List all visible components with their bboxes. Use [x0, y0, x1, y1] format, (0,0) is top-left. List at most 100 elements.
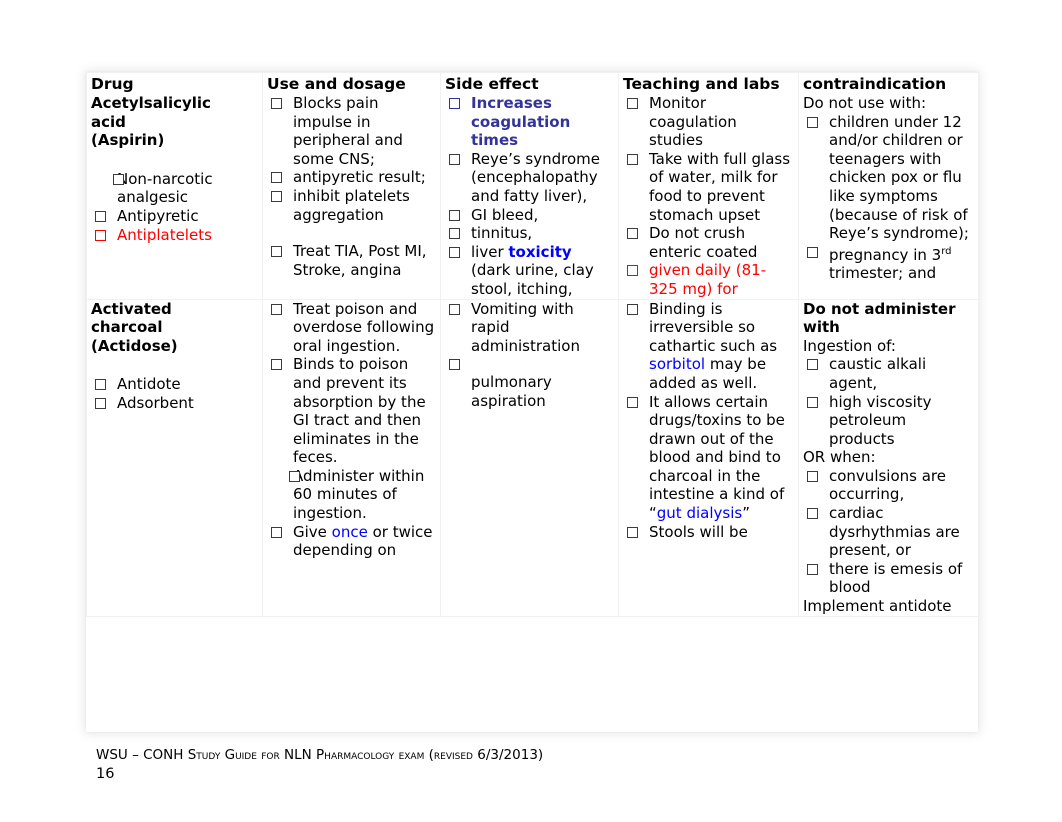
- drug-name-line3: (Aspirin): [91, 131, 165, 150]
- list-item-label: Take with full glass of water, milk for …: [649, 149, 791, 224]
- checkbox-icon[interactable]: [627, 98, 638, 109]
- list-item[interactable]: cardiac dysrhythmias are present, or: [803, 504, 974, 560]
- checkbox-icon[interactable]: [449, 209, 460, 221]
- emphasis-once: once: [331, 522, 368, 541]
- document-footer: WSU – CONH Study Guide for NLN Pharmacol…: [96, 746, 956, 784]
- list-item-label: Reye’s syndrome (encephalopathy and fatt…: [471, 149, 601, 205]
- list-item-label: Stools will be: [649, 522, 748, 541]
- checkbox-icon[interactable]: [449, 98, 460, 109]
- list-item[interactable]: convulsions are occurring,: [803, 467, 974, 504]
- checkbox-icon[interactable]: [95, 229, 106, 241]
- list-item[interactable]: It allows certain drugs/toxins to be dra…: [623, 393, 794, 523]
- list-item[interactable]: Non-narcotic analgesic: [91, 170, 258, 207]
- checkbox-icon[interactable]: [271, 303, 282, 315]
- list-item[interactable]: Increases coagulation times: [445, 94, 614, 150]
- cell-drug-2: Activated charcoal (Actidose) Antidote A…: [86, 298, 263, 617]
- checkbox-icon[interactable]: [271, 246, 282, 258]
- list-item[interactable]: Adsorbent: [91, 394, 258, 413]
- checkbox-icon[interactable]: [95, 210, 106, 222]
- checkbox-icon[interactable]: [449, 303, 460, 315]
- list-item-label: Administer within 60 minutes of ingestio…: [293, 466, 425, 523]
- checkbox-icon[interactable]: [627, 303, 638, 315]
- list-item[interactable]: inhibit platelets aggregation: [267, 187, 436, 224]
- checkbox-icon[interactable]: [627, 228, 638, 240]
- list-item-label: given daily (81-325 mg) for: [649, 261, 767, 298]
- list-item[interactable]: caustic alkali agent,: [803, 355, 974, 392]
- teaching-list-1: Monitor coagulation studies Take with fu…: [623, 94, 794, 299]
- list-item[interactable]: Antipyretic: [91, 207, 258, 226]
- contraindication-lead-2: Ingestion of:: [803, 336, 896, 355]
- list-item[interactable]: GI bleed,: [445, 206, 614, 225]
- cell-drug-1: Drug Acetylsalicylic acid (Aspirin) Non-…: [86, 72, 263, 300]
- list-item[interactable]: given daily (81-325 mg) for: [623, 261, 794, 298]
- checkbox-icon[interactable]: [627, 265, 638, 277]
- list-item[interactable]: tinnitus,: [445, 224, 614, 243]
- checkbox-icon[interactable]: [449, 246, 460, 258]
- list-item[interactable]: Stools will be: [623, 523, 794, 542]
- checkbox-icon[interactable]: [113, 173, 124, 185]
- cell-use-1: Use and dosage Blocks pain impulse in pe…: [262, 72, 441, 300]
- side-effect-list-2: Vomiting with rapid administration pulmo…: [445, 300, 614, 411]
- list-item-label: GI bleed,: [471, 205, 539, 224]
- checkbox-icon[interactable]: [449, 228, 460, 240]
- list-item[interactable]: Antiplatelets: [91, 226, 258, 245]
- checkbox-icon[interactable]: [627, 153, 638, 165]
- list-item[interactable]: Vomiting with rapid administration: [445, 300, 614, 356]
- checkbox-icon[interactable]: [449, 359, 460, 371]
- checkbox-icon[interactable]: [807, 563, 818, 575]
- list-item[interactable]: antipyretic result;: [267, 168, 436, 187]
- list-item[interactable]: high viscosity petroleum products: [803, 393, 974, 449]
- checkbox-icon[interactable]: [807, 470, 818, 482]
- list-item-label: Adsorbent: [117, 393, 194, 412]
- checkbox-icon[interactable]: [807, 359, 818, 371]
- list-item[interactable]: Reye’s syndrome (encephalopathy and fatt…: [445, 150, 614, 206]
- list-item[interactable]: children under 12 and/or children or tee…: [803, 113, 974, 243]
- checkbox-icon[interactable]: [807, 116, 818, 128]
- drug-name-line1: Activated: [91, 299, 172, 318]
- list-item-label-post: (dark urine, clay stool, itching,: [471, 261, 594, 298]
- list-item[interactable]: Do not crush enteric coated: [623, 224, 794, 261]
- list-item[interactable]: Binding is irreversible so cathartic suc…: [623, 300, 794, 393]
- column-header-drug: Drug: [91, 75, 134, 93]
- list-item-label-pre: pregnancy in: [829, 245, 932, 264]
- cell-teaching-1: Teaching and labs Monitor coagulation st…: [618, 72, 799, 300]
- list-item[interactable]: Blocks pain impulse in peripheral and so…: [267, 94, 436, 168]
- study-guide-table-wrapper: Drug Acetylsalicylic acid (Aspirin) Non-…: [86, 72, 979, 732]
- checkbox-icon[interactable]: [95, 397, 106, 409]
- list-item[interactable]: Binds to poison and prevent its absorpti…: [267, 355, 436, 467]
- checkbox-icon[interactable]: [627, 396, 638, 408]
- drug-name-line2: acid: [91, 112, 126, 131]
- checkbox-icon[interactable]: [289, 470, 300, 482]
- footer-text: WSU – CONH Study Guide for NLN Pharmacol…: [96, 747, 544, 763]
- checkbox-icon[interactable]: [271, 98, 282, 109]
- list-item[interactable]: Administer within 60 minutes of ingestio…: [267, 467, 436, 523]
- list-item-label: pulmonary aspiration: [471, 373, 552, 410]
- checkbox-icon[interactable]: [449, 153, 460, 165]
- list-item[interactable]: there is emesis of blood: [803, 560, 974, 597]
- checkbox-icon[interactable]: [807, 508, 818, 520]
- list-item-label: Antipyretic: [117, 206, 199, 225]
- list-item[interactable]: Give once or twice depending on: [267, 523, 436, 560]
- checkbox-icon[interactable]: [627, 526, 638, 538]
- table-row: Activated charcoal (Actidose) Antidote A…: [86, 298, 979, 617]
- list-item[interactable]: Take with full glass of water, milk for …: [623, 150, 794, 224]
- list-item[interactable]: Treat TIA, Post MI, Stroke, angina: [267, 242, 436, 279]
- use-list-1: Blocks pain impulse in peripheral and so…: [267, 94, 436, 279]
- contraindication-tail-2: Implement antidote: [803, 597, 952, 616]
- checkbox-icon[interactable]: [271, 172, 282, 184]
- checkbox-icon[interactable]: [95, 379, 106, 391]
- list-item[interactable]: Treat poison and overdose following oral…: [267, 300, 436, 356]
- list-item-label: Non-narcotic analgesic: [117, 169, 213, 207]
- list-item[interactable]: Antidote: [91, 375, 258, 394]
- list-item[interactable]: pulmonary aspiration: [445, 355, 614, 410]
- list-item[interactable]: pregnancy in 3rd trimester; and: [803, 243, 974, 283]
- contraindication-list-2a: caustic alkali agent, high viscosity pet…: [803, 355, 974, 448]
- checkbox-icon[interactable]: [271, 359, 282, 371]
- column-header-teaching: Teaching and labs: [623, 75, 780, 93]
- list-item[interactable]: liver toxicity (dark urine, clay stool, …: [445, 243, 614, 299]
- list-item[interactable]: Monitor coagulation studies: [623, 94, 794, 150]
- checkbox-icon[interactable]: [807, 246, 818, 258]
- checkbox-icon[interactable]: [271, 190, 282, 202]
- checkbox-icon[interactable]: [271, 526, 282, 538]
- checkbox-icon[interactable]: [807, 396, 818, 408]
